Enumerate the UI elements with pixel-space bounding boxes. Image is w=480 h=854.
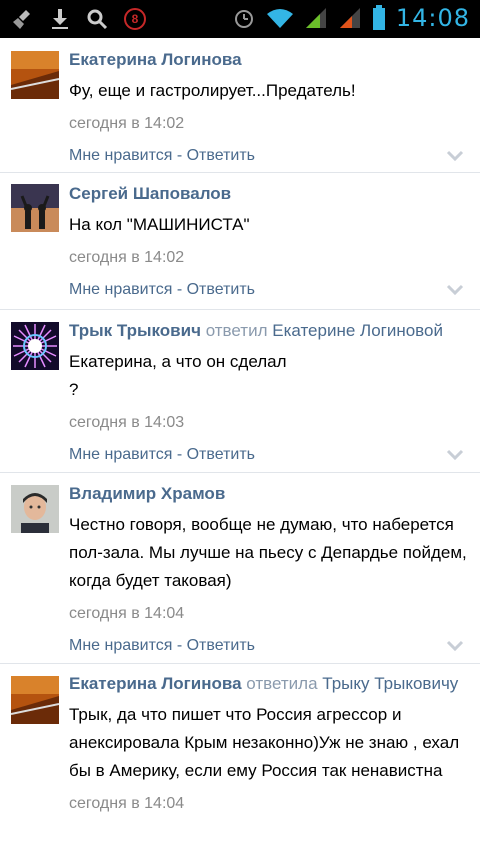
reply-link[interactable]: Ответить (187, 637, 255, 654)
comment-time: сегодня в 14:02 (69, 115, 185, 132)
reply-word: ответила (246, 674, 318, 693)
avatar[interactable] (11, 322, 59, 370)
broom-icon (13, 10, 30, 29)
comment-time: сегодня в 14:04 (69, 795, 185, 812)
comment-list[interactable]: Екатерина Логинова Фу, еще и гастролируе… (0, 38, 480, 854)
comment-actions: Мне нравится - Ответить (69, 446, 470, 464)
notification-badge-icon: 8 (124, 8, 146, 30)
reply-to-name[interactable]: Трыку Трыковичу (322, 674, 458, 693)
like-link[interactable]: Мне нравится (69, 281, 172, 298)
like-link[interactable]: Мне нравится (69, 147, 172, 164)
author-name[interactable]: Екатерина Логинова (69, 674, 242, 693)
action-separator: - (172, 281, 187, 298)
action-separator: - (172, 637, 187, 654)
reply-link[interactable]: Ответить (187, 281, 255, 298)
avatar[interactable] (11, 184, 59, 232)
signal-icon (305, 8, 326, 28)
comment-item: Екатерина Логинова Фу, еще и гастролируе… (0, 38, 480, 173)
clock: 14:08 (395, 4, 470, 32)
chevron-down-icon[interactable] (446, 448, 464, 462)
avatar[interactable] (11, 485, 59, 533)
comment-time: сегодня в 14:03 (69, 414, 185, 431)
search-icon (87, 9, 108, 30)
chevron-down-icon[interactable] (446, 149, 464, 163)
wifi-icon (266, 9, 293, 28)
comment-text: На кол "МАШИНИСТА" (69, 215, 250, 234)
avatar[interactable] (11, 51, 59, 99)
author-name[interactable]: Трык Трыкович (69, 321, 201, 340)
chevron-down-icon[interactable] (446, 639, 464, 653)
comment-item: Екатерина Логинова ответила Трыку Трыков… (0, 664, 480, 854)
comment-text: Трык, да что пишет что Россия агрессор и… (69, 705, 460, 780)
comment-text: Фу, еще и гастролирует...Предатель! (69, 81, 356, 100)
reply-to-name[interactable]: Екатерине Логиновой (272, 321, 443, 340)
like-link[interactable]: Мне нравится (69, 637, 172, 654)
author-name[interactable]: Екатерина Логинова (69, 50, 242, 69)
comment-item: Сергей Шаповалов На кол "МАШИНИСТА" сего… (0, 173, 480, 310)
comment-item: Владимир Храмов Честно говоря, вообще не… (0, 473, 480, 664)
author-name[interactable]: Сергей Шаповалов (69, 184, 231, 203)
comment-header: Екатерина Логинова ответила Трыку Трыков… (69, 673, 470, 695)
action-separator: - (172, 446, 187, 463)
comment-time: сегодня в 14:02 (69, 249, 185, 266)
comment-text: Екатерина, а что он сделал ? (69, 352, 287, 399)
battery-icon (372, 5, 385, 30)
avatar[interactable] (11, 676, 59, 724)
comment-header: Сергей Шаповалов (69, 183, 470, 205)
like-link[interactable]: Мне нравится (69, 446, 172, 463)
comment-actions: Мне нравится - Ответить (69, 147, 470, 165)
comment-time: сегодня в 14:04 (69, 605, 185, 622)
comment-header: Екатерина Логинова (69, 49, 470, 71)
comment-item: Трык Трыкович ответил Екатерине Логиново… (0, 310, 480, 473)
comment-text: Честно говоря, вообще не думаю, что набе… (69, 515, 467, 590)
action-separator: - (172, 147, 187, 164)
chevron-down-icon[interactable] (446, 283, 464, 297)
reply-word: ответил (205, 321, 268, 340)
reply-link[interactable]: Ответить (187, 446, 255, 463)
signal-icon (339, 8, 360, 28)
reply-link[interactable]: Ответить (187, 147, 255, 164)
status-bar: 8 14:08 (0, 0, 480, 38)
author-name[interactable]: Владимир Храмов (69, 484, 225, 503)
comment-actions: Мне нравится - Ответить (69, 637, 470, 655)
comment-header: Трык Трыкович ответил Екатерине Логиново… (69, 320, 470, 342)
comment-actions: Мне нравится - Ответить (69, 281, 470, 299)
comment-header: Владимир Храмов (69, 483, 470, 505)
alarm-icon (234, 10, 253, 28)
download-icon (52, 9, 68, 29)
